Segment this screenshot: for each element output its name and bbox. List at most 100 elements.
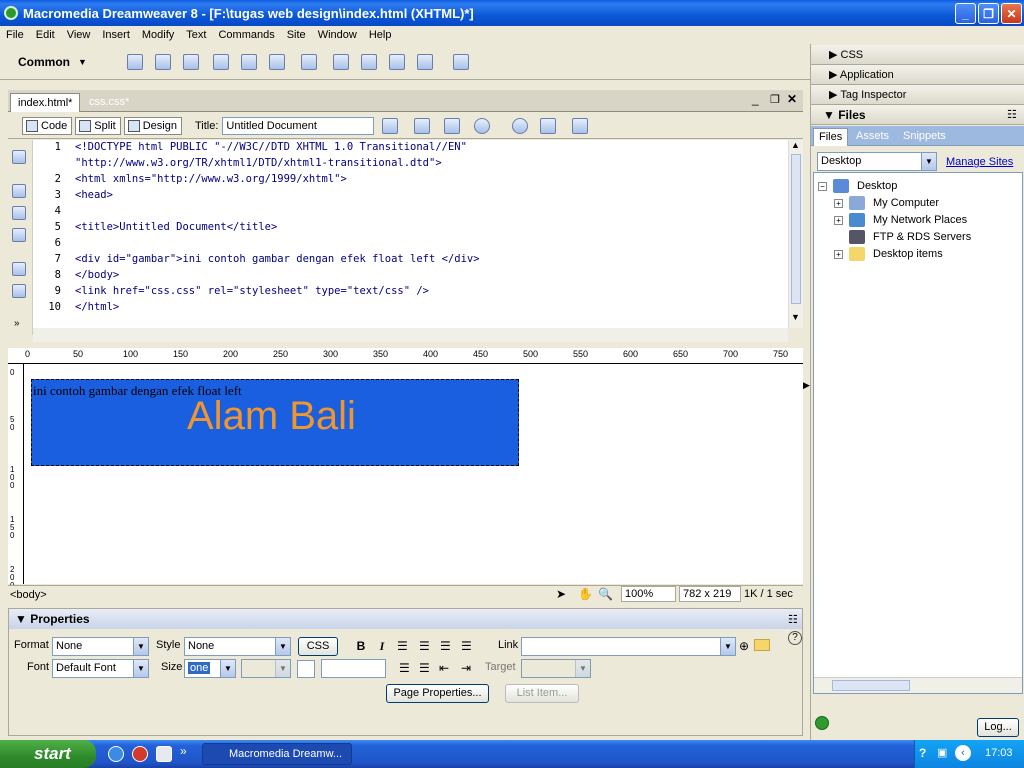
comment-icon[interactable] bbox=[388, 53, 405, 70]
align-left-icon[interactable]: ☰ bbox=[397, 639, 408, 653]
zoom-tool-icon[interactable]: 🔍 bbox=[598, 587, 613, 601]
doc-close-icon[interactable]: ✕ bbox=[787, 92, 797, 106]
tab-snippets[interactable]: Snippets bbox=[898, 128, 951, 146]
named-anchor-icon[interactable] bbox=[182, 53, 199, 70]
files-panel-header[interactable]: ▼ Files bbox=[811, 105, 1024, 125]
menu-site[interactable]: Site bbox=[281, 29, 312, 41]
style-select[interactable]: None ▼ bbox=[184, 637, 291, 656]
more-chevron-icon[interactable]: » bbox=[14, 318, 20, 329]
panel-splitter[interactable]: ▶ bbox=[803, 350, 810, 600]
quick-launch-icon[interactable] bbox=[156, 746, 172, 762]
menu-help[interactable]: Help bbox=[363, 29, 398, 41]
menu-window[interactable]: Window bbox=[312, 29, 363, 41]
font-select[interactable]: Default Font ▼ bbox=[52, 659, 149, 678]
doc-restore-icon[interactable]: ❐ bbox=[770, 93, 780, 106]
network-tray-icon[interactable]: ▣ bbox=[937, 746, 947, 759]
site-select[interactable]: Desktop ▼ bbox=[817, 152, 937, 171]
expand-icon[interactable]: + bbox=[834, 198, 843, 208]
view-options-icon[interactable] bbox=[540, 117, 557, 134]
collapse-selection-icon[interactable] bbox=[12, 206, 26, 220]
properties-header[interactable]: ▼ Properties bbox=[9, 609, 802, 629]
preview-icon[interactable] bbox=[414, 117, 431, 134]
color-input[interactable] bbox=[321, 659, 386, 678]
size-select[interactable]: one ▼ bbox=[184, 659, 236, 678]
visual-aids-icon[interactable] bbox=[572, 117, 589, 134]
format-select[interactable]: None ▼ bbox=[52, 637, 149, 656]
select-parent-tag-icon[interactable] bbox=[12, 262, 26, 276]
tag-inspector-panel-header[interactable]: ▶ Tag Inspector bbox=[811, 85, 1024, 105]
tree-item-desktop[interactable]: − Desktop bbox=[818, 179, 897, 193]
panel-options-icon[interactable]: ☷ bbox=[788, 613, 798, 626]
indent-icon[interactable]: ⇥ bbox=[461, 661, 471, 675]
point-to-file-icon[interactable]: ⊕ bbox=[739, 639, 749, 653]
start-button[interactable]: start bbox=[0, 740, 96, 768]
link-input[interactable]: ▼ bbox=[521, 637, 736, 656]
tab-assets[interactable]: Assets bbox=[851, 128, 894, 146]
insert-category[interactable]: Common bbox=[18, 55, 70, 69]
justify-icon[interactable]: ☰ bbox=[461, 639, 472, 653]
bold-button[interactable]: B bbox=[353, 639, 369, 655]
scroll-up-icon[interactable]: ▲ bbox=[791, 140, 800, 150]
file-management-icon[interactable] bbox=[444, 117, 461, 134]
menu-view[interactable]: View bbox=[61, 29, 97, 41]
templates-icon[interactable] bbox=[452, 53, 469, 70]
tab-files[interactable]: Files bbox=[813, 128, 849, 146]
menu-modify[interactable]: Modify bbox=[136, 29, 180, 41]
scroll-thumb[interactable] bbox=[791, 154, 801, 304]
validate-icon[interactable] bbox=[382, 117, 399, 134]
code-horizontal-scrollbar[interactable] bbox=[33, 328, 788, 342]
menu-file[interactable]: File bbox=[0, 29, 30, 41]
collapse-arrow-icon[interactable]: ▶ bbox=[803, 380, 810, 391]
page-properties-button[interactable]: Page Properties... bbox=[386, 684, 489, 703]
menu-text[interactable]: Text bbox=[180, 29, 212, 41]
media-player-icon[interactable] bbox=[132, 746, 148, 762]
tree-item-my-computer[interactable]: + My Computer bbox=[834, 196, 939, 210]
files-horizontal-scrollbar[interactable] bbox=[814, 677, 1022, 693]
table-icon[interactable] bbox=[212, 53, 229, 70]
manage-sites-link[interactable]: Manage Sites bbox=[946, 156, 1013, 168]
internet-explorer-icon[interactable] bbox=[108, 746, 124, 762]
date-icon[interactable] bbox=[332, 53, 349, 70]
close-button[interactable]: ✕ bbox=[1001, 3, 1022, 24]
show-hidden-icons-icon[interactable]: ‹ bbox=[955, 745, 971, 761]
tab-css-css[interactable]: css.css* bbox=[82, 93, 136, 112]
align-center-icon[interactable]: ☰ bbox=[419, 639, 430, 653]
head-icon[interactable] bbox=[416, 53, 433, 70]
layer-icon[interactable] bbox=[240, 53, 257, 70]
pointer-tool-icon[interactable]: ➤ bbox=[556, 587, 566, 601]
color-picker-icon[interactable] bbox=[297, 660, 315, 678]
scroll-down-icon[interactable]: ▼ bbox=[791, 312, 800, 322]
menu-insert[interactable]: Insert bbox=[96, 29, 136, 41]
collapse-tag-icon[interactable] bbox=[12, 184, 26, 198]
doc-minimize-icon[interactable]: _ bbox=[752, 92, 759, 106]
window-size-select[interactable]: 782 x 219 bbox=[679, 586, 741, 602]
hyperlink-icon[interactable] bbox=[126, 53, 143, 70]
code-editor[interactable]: 1 <!DOCTYPE html PUBLIC "-//W3C//DTD XHTM… bbox=[33, 140, 788, 328]
scroll-thumb[interactable] bbox=[832, 680, 910, 691]
hand-tool-icon[interactable]: ✋ bbox=[578, 587, 593, 601]
design-view-button[interactable]: Design bbox=[123, 116, 182, 135]
refresh-icon[interactable] bbox=[512, 117, 529, 134]
menu-edit[interactable]: Edit bbox=[30, 29, 61, 41]
media-icon[interactable] bbox=[300, 53, 317, 70]
design-view[interactable]: ini contoh gambar dengan efek float left… bbox=[24, 364, 803, 584]
expand-icon[interactable]: + bbox=[834, 249, 843, 259]
align-right-icon[interactable]: ☰ bbox=[440, 639, 451, 653]
expand-all-icon[interactable] bbox=[12, 228, 26, 242]
css-button[interactable]: CSS bbox=[298, 637, 338, 656]
gambar-div[interactable]: ini contoh gambar dengan efek float left… bbox=[31, 379, 519, 466]
tree-item-my-network-places[interactable]: + My Network Places bbox=[834, 213, 967, 227]
help-icon[interactable]: ? bbox=[788, 631, 802, 645]
log-button[interactable]: Log... bbox=[977, 718, 1019, 737]
image-icon[interactable] bbox=[268, 53, 285, 70]
tag-selector[interactable]: <body> bbox=[10, 589, 47, 601]
open-documents-icon[interactable] bbox=[12, 150, 26, 164]
code-view-button[interactable]: Code bbox=[22, 116, 73, 135]
ordered-list-icon[interactable]: ☰ bbox=[419, 661, 430, 675]
application-panel-header[interactable]: ▶ Application bbox=[811, 65, 1024, 85]
tree-item-ftp-rds-servers[interactable]: FTP & RDS Servers bbox=[849, 230, 971, 244]
menu-commands[interactable]: Commands bbox=[212, 29, 280, 41]
expand-icon[interactable]: + bbox=[834, 215, 843, 225]
italic-button[interactable]: I bbox=[374, 639, 390, 655]
quick-launch-more-icon[interactable]: » bbox=[180, 744, 187, 758]
